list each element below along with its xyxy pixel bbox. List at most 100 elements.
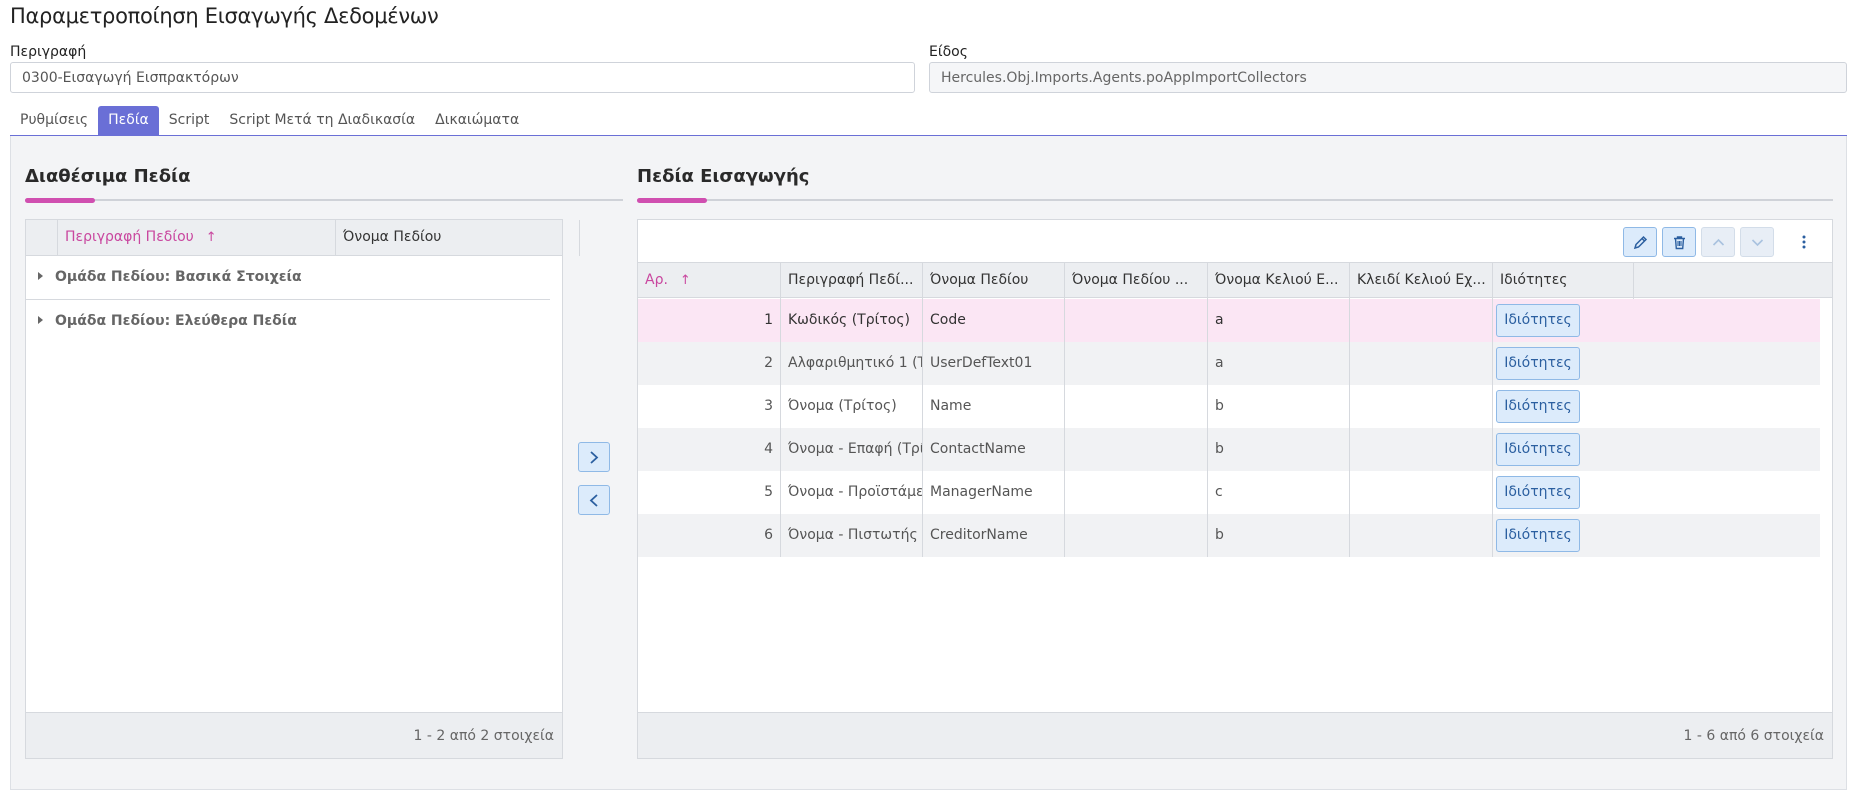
available-fields-title: Διαθέσιμα Πεδία — [25, 166, 191, 187]
kind-label: Είδος — [929, 44, 968, 60]
tab-post-script[interactable]: Script Μετά τη Διαδικασία — [219, 106, 425, 136]
properties-button[interactable]: Ιδιότητες — [1496, 519, 1580, 552]
row-field-name: ContactName — [923, 428, 1065, 471]
row-number: 6 — [638, 514, 781, 557]
row-field-name: UserDefText01 — [923, 342, 1065, 385]
table-row[interactable]: 2 Αλφαριθμητικό 1 (Τρίτος) UserDefText01… — [638, 342, 1820, 385]
expand-column-header — [26, 220, 58, 256]
import-fields-title: Πεδία Εισαγωγής — [637, 166, 810, 187]
properties-button[interactable]: Ιδιότητες — [1496, 390, 1580, 423]
section-accent — [637, 198, 707, 203]
section-accent — [25, 198, 95, 203]
expand-triangle-icon — [38, 272, 43, 280]
edit-button[interactable] — [1623, 227, 1657, 257]
row-field-name-2 — [1065, 385, 1208, 428]
expand-triangle-icon — [38, 316, 43, 324]
group-label: Ομάδα Πεδίου: Βασικά Στοιχεία — [55, 269, 302, 285]
description-input[interactable] — [10, 62, 915, 93]
column-header-field-name[interactable]: Όνομα Πεδίου — [923, 263, 1065, 299]
row-cell-key — [1350, 299, 1493, 342]
delete-button[interactable] — [1662, 227, 1696, 257]
section-divider — [25, 199, 623, 201]
group-row-basic[interactable]: Ομάδα Πεδίου: Βασικά Στοιχεία — [26, 256, 550, 300]
row-field-name: Code — [923, 299, 1065, 342]
properties-button[interactable]: Ιδιότητες — [1496, 476, 1580, 509]
row-number: 1 — [638, 299, 781, 342]
fields-panel: Διαθέσιμα Πεδία Περιγραφή Πεδίου ↑ Όνομα … — [10, 136, 1847, 790]
tab-settings[interactable]: Ρυθμίσεις — [10, 106, 98, 136]
group-row-free[interactable]: Ομάδα Πεδίου: Ελεύθερα Πεδία — [26, 300, 550, 344]
table-row[interactable]: 5 Όνομα - Προϊστάμενος ManagerName c Ιδι… — [638, 471, 1820, 514]
row-field-name-2 — [1065, 514, 1208, 557]
row-field-name-2 — [1065, 299, 1208, 342]
row-description: Όνομα (Τρίτος) — [781, 385, 923, 428]
more-vertical-icon — [1802, 235, 1806, 249]
column-header-label: Αρ. — [645, 272, 668, 288]
add-field-button[interactable] — [578, 442, 610, 472]
column-header-field-name-2[interactable]: Όνομα Πεδίου ... — [1065, 263, 1208, 299]
column-header-field-description[interactable]: Περιγραφή Πεδί... — [781, 263, 923, 299]
row-cell-name: c — [1208, 471, 1350, 514]
row-field-name: ManagerName — [923, 471, 1065, 514]
row-field-name-2 — [1065, 471, 1208, 514]
row-cell-name: b — [1208, 428, 1350, 471]
tab-fields[interactable]: Πεδία — [98, 106, 159, 136]
table-row[interactable]: 6 Όνομα - Πιστωτής (Τρίτος) CreditorName… — [638, 514, 1820, 557]
row-cell-key — [1350, 342, 1493, 385]
properties-button[interactable]: Ιδιότητες — [1496, 304, 1580, 337]
table-row[interactable]: 4 Όνομα - Επαφή (Τρίτος) ContactName b Ι… — [638, 428, 1820, 471]
column-header-field-description[interactable]: Περιγραφή Πεδίου ↑ — [58, 220, 336, 256]
row-cell-name: a — [1208, 342, 1350, 385]
move-down-button[interactable] — [1740, 227, 1774, 257]
row-number: 4 — [638, 428, 781, 471]
table-row[interactable]: 1 Κωδικός (Τρίτος) Code a Ιδιότητες — [638, 299, 1820, 342]
row-field-name-2 — [1065, 428, 1208, 471]
row-description: Όνομα - Πιστωτής (Τρίτος) — [781, 514, 923, 557]
row-cell-key — [1350, 471, 1493, 514]
column-header-cell-name[interactable]: Όνομα Κελιού Ε... — [1208, 263, 1350, 299]
tab-permissions[interactable]: Δικαιώματα — [425, 106, 529, 136]
row-field-name-2 — [1065, 342, 1208, 385]
row-cell-name: b — [1208, 385, 1350, 428]
column-header-cell-key[interactable]: Κλειδί Κελιού Εχ... — [1350, 263, 1493, 299]
sort-up-icon: ↑ — [205, 230, 217, 245]
properties-button[interactable]: Ιδιότητες — [1496, 347, 1580, 380]
properties-button[interactable]: Ιδιότητες — [1496, 433, 1580, 466]
page-title: Παραμετροποίηση Εισαγωγής Δεδομένων — [10, 4, 439, 28]
kind-input[interactable] — [929, 62, 1847, 93]
row-number: 5 — [638, 471, 781, 514]
sort-up-icon: ↑ — [679, 273, 691, 288]
row-cell-key — [1350, 428, 1493, 471]
row-description: Κωδικός (Τρίτος) — [781, 299, 923, 342]
trash-icon — [1674, 236, 1685, 250]
row-cell-key — [1350, 385, 1493, 428]
row-description: Όνομα - Επαφή (Τρίτος) — [781, 428, 923, 471]
column-header-properties[interactable]: Ιδιότητες — [1493, 263, 1634, 299]
move-up-button[interactable] — [1701, 227, 1735, 257]
row-number: 2 — [638, 342, 781, 385]
row-description: Αλφαριθμητικό 1 (Τρίτος) — [781, 342, 923, 385]
table-row[interactable]: 3 Όνομα (Τρίτος) Name b Ιδιότητες — [638, 385, 1820, 428]
available-fields-grid: Περιγραφή Πεδίου ↑ Όνομα Πεδίου Ομάδα Πεδ… — [25, 219, 580, 759]
description-label: Περιγραφή — [10, 44, 87, 60]
remove-field-button[interactable] — [578, 485, 610, 515]
more-options-button[interactable] — [1798, 233, 1810, 251]
row-cell-key — [1350, 514, 1493, 557]
tab-bar: Ρυθμίσεις Πεδία Script Script Μετά τη Δι… — [10, 106, 529, 136]
row-description: Όνομα - Προϊστάμενος — [781, 471, 923, 514]
column-header-label: Περιγραφή Πεδίου — [65, 229, 194, 245]
row-cell-name: b — [1208, 514, 1350, 557]
group-label: Ομάδα Πεδίου: Ελεύθερα Πεδία — [55, 313, 297, 329]
row-cell-name: a — [1208, 299, 1350, 342]
row-field-name: Name — [923, 385, 1065, 428]
column-header-field-name[interactable]: Όνομα Πεδίου — [336, 220, 580, 256]
pencil-icon — [1633, 235, 1648, 250]
tab-script[interactable]: Script — [159, 106, 220, 136]
grid-header: Αρ. ↑ Περιγραφή Πεδί... Όνομα Πεδίου Όνομ… — [638, 262, 1832, 299]
chevron-right-icon — [590, 451, 599, 464]
grid-header: Περιγραφή Πεδίου ↑ Όνομα Πεδίου — [26, 220, 580, 256]
grid-pager-info: 1 - 6 από 6 στοιχεία — [638, 712, 1832, 758]
chevron-up-icon — [1712, 238, 1725, 246]
row-field-name: CreditorName — [923, 514, 1065, 557]
column-header-number[interactable]: Αρ. ↑ — [638, 263, 781, 299]
